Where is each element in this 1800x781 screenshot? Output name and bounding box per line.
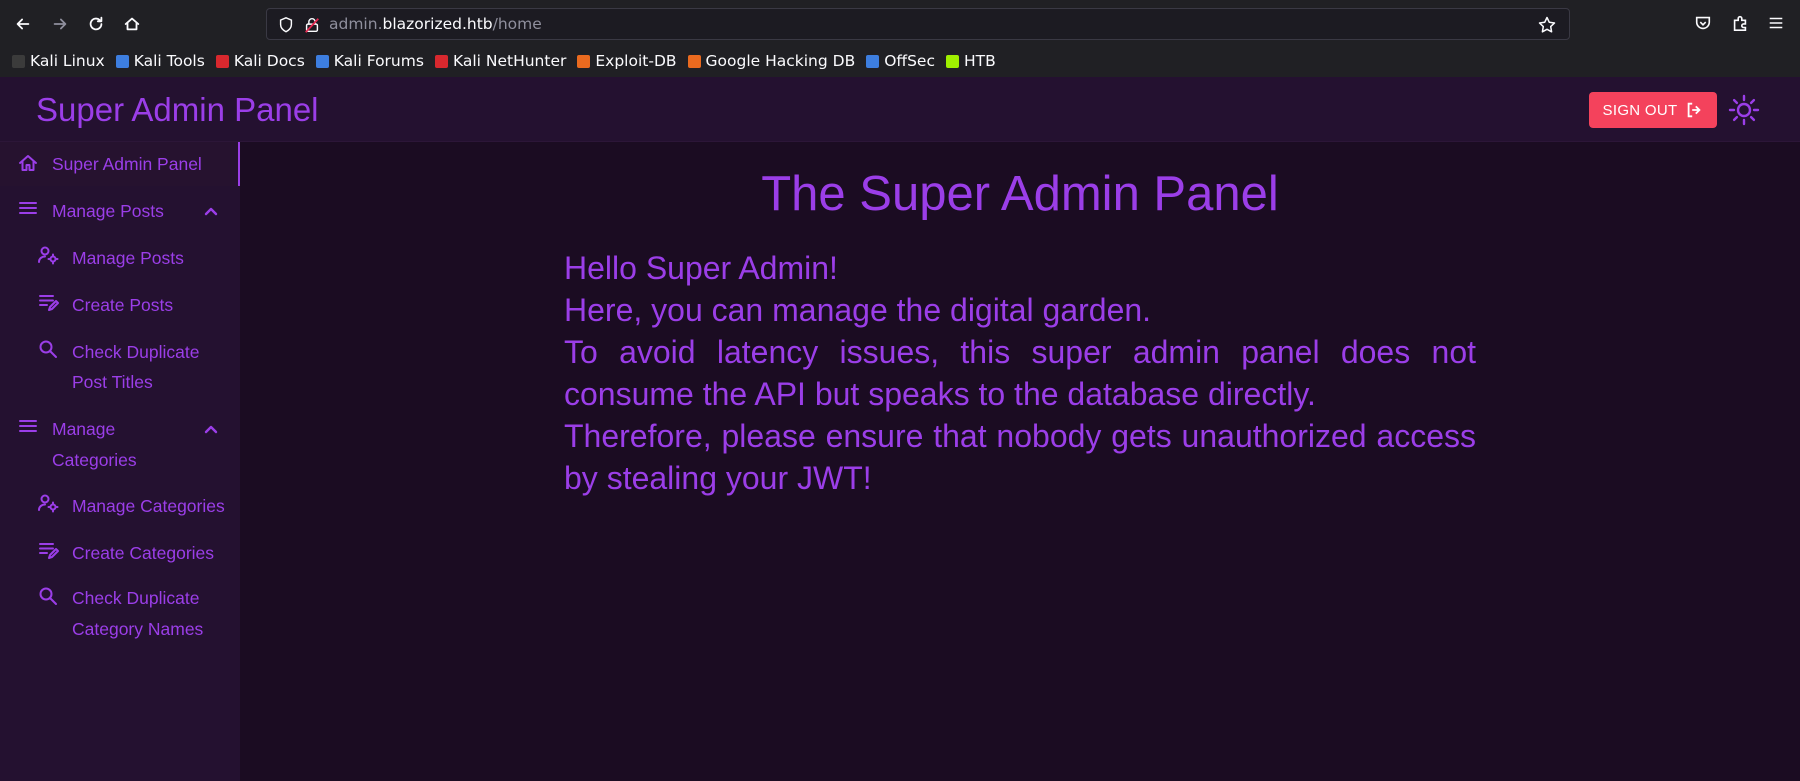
favicon-icon xyxy=(577,54,591,68)
welcome-line: Hello Super Admin! xyxy=(564,250,838,286)
home-button[interactable] xyxy=(118,10,146,38)
sidebar-item-super-admin-panel[interactable]: Super Admin Panel xyxy=(0,142,240,186)
sidebar-item-label: Manage Posts xyxy=(72,248,184,268)
bookmark-label: Kali NetHunter xyxy=(452,52,567,70)
main-content: The Super Admin Panel Hello Super Admin!… xyxy=(240,142,1800,781)
page-title: The Super Admin Panel xyxy=(761,167,1279,221)
sidebar-group-manage-posts[interactable]: Manage Posts xyxy=(0,189,240,233)
sidebar-item-label: Manage xyxy=(52,419,116,439)
sidebar-item-manage-posts[interactable]: Manage Posts xyxy=(0,236,240,280)
puzzle-icon xyxy=(1733,15,1747,32)
bookmark-label: Kali Tools xyxy=(133,52,205,70)
sidebar-nav: Super Admin Panel Manage Posts Manage Po… xyxy=(0,142,240,781)
sidebar-item-label-line2: Post Titles xyxy=(72,372,153,392)
chevron-up-icon xyxy=(202,418,220,436)
sidebar-item-label: Check Duplicate xyxy=(72,588,200,608)
pocket-icon xyxy=(1695,16,1711,30)
logout-icon xyxy=(1688,102,1702,118)
sidebar-item-label: Create Posts xyxy=(72,295,174,315)
extensions-button[interactable] xyxy=(1731,14,1753,36)
sidebar-item-label: Check Duplicate xyxy=(72,342,200,362)
pocket-button[interactable] xyxy=(1694,14,1716,36)
browser-toolbar: admin.blazorized.htb/home xyxy=(0,0,1800,48)
hamburger-icon xyxy=(1769,17,1783,29)
bookmark-label: OffSec xyxy=(884,52,935,70)
back-button[interactable] xyxy=(9,10,37,38)
favicon-icon xyxy=(434,54,448,68)
menu-icon xyxy=(17,197,39,219)
bookmark-label: HTB xyxy=(964,52,996,70)
favicon-icon xyxy=(215,54,229,68)
bookmark-label: Google Hacking DB xyxy=(705,52,856,70)
user-cog-icon xyxy=(37,492,59,514)
app-header: Super Admin Panel SIGN OUT xyxy=(0,77,1800,142)
favicon-icon xyxy=(866,54,880,68)
sidebar-item-label: Super Admin Panel xyxy=(52,154,202,174)
bookmark-google-hacking-db[interactable]: Google Hacking DB xyxy=(687,52,856,70)
favicon-icon xyxy=(315,54,329,68)
shield-icon xyxy=(279,17,293,33)
theme-toggle-button[interactable] xyxy=(1728,94,1760,126)
sidebar-item-check-duplicate-category-names[interactable]: Check Duplicate Category Names xyxy=(0,578,240,650)
sidebar-item-label: Manage Categories xyxy=(72,496,225,516)
sign-out-label: SIGN OUT xyxy=(1602,101,1678,119)
sign-out-button[interactable]: SIGN OUT xyxy=(1589,92,1717,128)
search-icon xyxy=(37,585,59,607)
favicon-icon xyxy=(946,54,959,68)
bookmark-kali-tools[interactable]: Kali Tools xyxy=(115,52,205,70)
bookmark-label: Kali Docs xyxy=(233,52,305,70)
bookmark-kali-docs[interactable]: Kali Docs xyxy=(215,52,305,70)
forward-arrow-icon xyxy=(53,18,67,30)
sidebar-group-manage-categories[interactable]: Manage Categories xyxy=(0,407,240,479)
welcome-line: To avoid latency issues, this super admi… xyxy=(564,334,1476,412)
app-title: Super Admin Panel xyxy=(36,91,319,128)
chevron-up-icon xyxy=(202,200,220,218)
search-icon xyxy=(37,338,59,360)
bookmark-label: Kali Forums xyxy=(333,52,424,70)
edit-list-icon xyxy=(37,539,59,561)
bookmark-label: Kali Linux xyxy=(30,52,105,70)
sidebar-item-check-duplicate-post-titles[interactable]: Check Duplicate Post Titles xyxy=(0,330,240,402)
bookmark-exploit-db[interactable]: Exploit-DB xyxy=(577,52,677,70)
sidebar-item-create-posts[interactable]: Create Posts xyxy=(0,283,240,327)
forward-button[interactable] xyxy=(46,10,74,38)
sidebar-item-manage-categories[interactable]: Manage Categories xyxy=(0,484,240,528)
sun-icon xyxy=(1728,94,1760,126)
bookmark-kali-linux[interactable]: Kali Linux xyxy=(12,52,105,70)
welcome-message: Hello Super Admin! Here, you can manage … xyxy=(564,247,1476,499)
url-text: admin.blazorized.htb/home xyxy=(329,15,542,33)
bookmark-kali-forums[interactable]: Kali Forums xyxy=(315,52,424,70)
home-icon xyxy=(17,152,39,174)
sidebar-item-create-categories[interactable]: Create Categories xyxy=(0,531,240,575)
sidebar-item-label-line2: Categories xyxy=(52,450,137,470)
sidebar-item-label: Manage Posts xyxy=(52,201,164,221)
lock-warning-icon xyxy=(305,18,319,33)
welcome-line: Therefore, please ensure that nobody get… xyxy=(564,418,1476,496)
home-icon xyxy=(124,17,140,31)
app-menu-button[interactable] xyxy=(1767,14,1789,36)
bookmark-offsec[interactable]: OffSec xyxy=(866,52,935,70)
browser-chrome: admin.blazorized.htb/home Kali Linux Kali… xyxy=(0,0,1800,77)
back-arrow-icon xyxy=(16,18,30,30)
url-bar[interactable]: admin.blazorized.htb/home xyxy=(266,8,1570,40)
bookmark-star-icon[interactable] xyxy=(1537,15,1557,35)
favicon-icon xyxy=(687,54,701,68)
reload-icon xyxy=(89,16,103,31)
edit-list-icon xyxy=(37,291,59,313)
bookmark-label: Exploit-DB xyxy=(595,52,677,70)
bookmark-htb[interactable]: HTB xyxy=(946,52,996,70)
reload-button[interactable] xyxy=(82,10,110,38)
sidebar-item-label: Create Categories xyxy=(72,543,215,563)
welcome-line: Here, you can manage the digital garden. xyxy=(564,292,1152,328)
bookmarks-bar: Kali Linux Kali Tools Kali Docs Kali Forums… xyxy=(0,48,1800,74)
menu-icon xyxy=(17,415,39,437)
user-cog-icon xyxy=(37,244,59,266)
bookmark-kali-nethunter[interactable]: Kali NetHunter xyxy=(434,52,567,70)
sidebar-item-label-line2: Category Names xyxy=(72,619,204,639)
favicon-icon xyxy=(115,54,129,68)
favicon-icon xyxy=(12,54,25,68)
